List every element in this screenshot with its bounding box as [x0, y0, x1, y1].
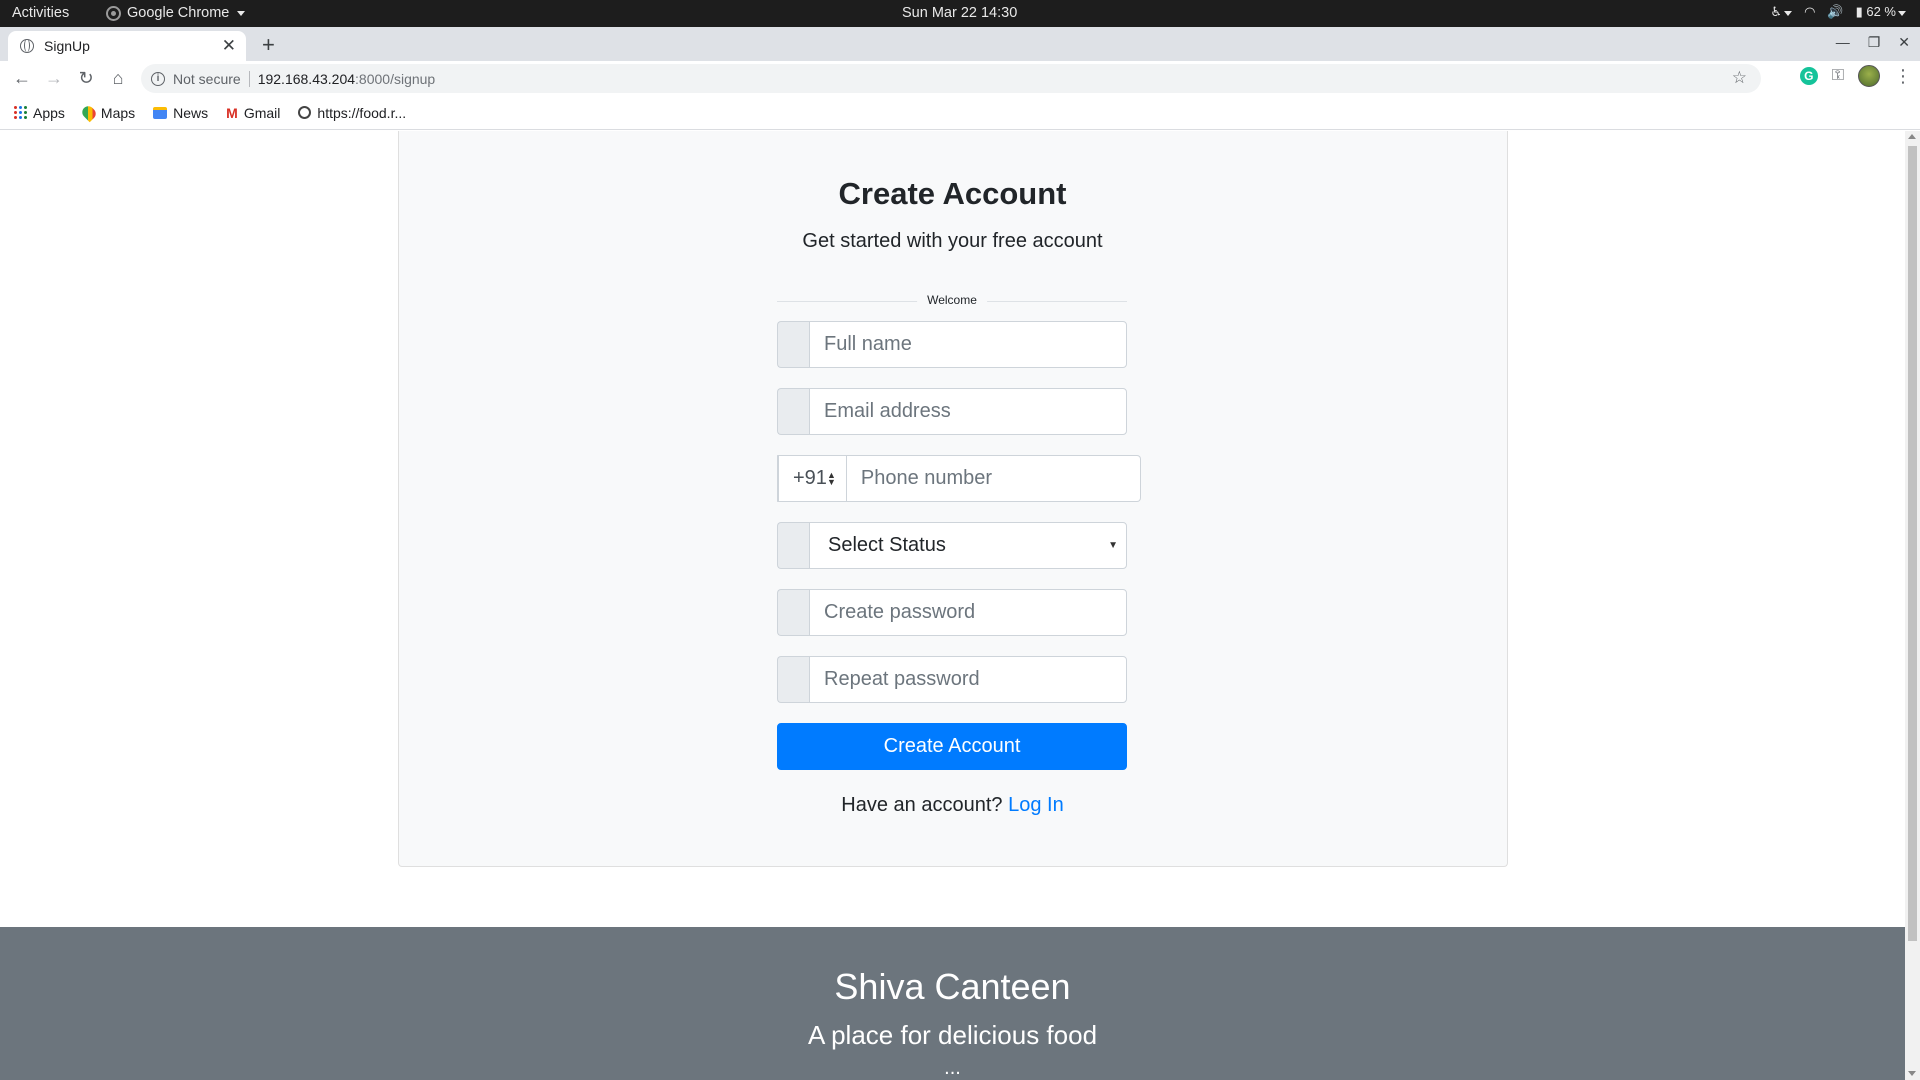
status-group: Select Status ▼: [777, 522, 1127, 569]
email-group: [777, 388, 1127, 435]
url-host: 192.168.43.204: [257, 70, 356, 87]
bookmark-maps[interactable]: Maps: [79, 103, 136, 122]
minimize-icon[interactable]: —: [1836, 34, 1850, 51]
phone-input[interactable]: [846, 455, 1141, 502]
password-input[interactable]: [809, 589, 1127, 636]
create-account-button[interactable]: Create Account: [777, 723, 1127, 770]
apps-grid-icon: [14, 106, 27, 119]
divider-label: Welcome: [917, 293, 987, 307]
repeat-password-input[interactable]: [809, 656, 1127, 703]
close-window-icon[interactable]: ✕: [1898, 34, 1910, 51]
repeat-password-group: [777, 656, 1127, 703]
security-label[interactable]: Not secure: [173, 70, 250, 87]
accessibility-icon[interactable]: ♿: [1770, 4, 1793, 20]
new-tab-button[interactable]: +: [262, 32, 275, 58]
maps-icon: [79, 103, 99, 122]
info-icon[interactable]: i: [151, 71, 165, 86]
bookmarks-bar: Apps Maps News M Gmail https://food.r...: [0, 96, 1920, 130]
globe-icon: [20, 39, 34, 53]
back-icon[interactable]: ←: [6, 63, 38, 95]
activities-button[interactable]: Activities: [12, 5, 69, 21]
forward-icon[interactable]: →: [38, 63, 70, 95]
scroll-up-icon[interactable]: [1908, 134, 1916, 139]
app-menu-label: Google Chrome: [127, 5, 230, 21]
full-name-input[interactable]: [809, 321, 1127, 368]
gmail-icon: M: [226, 104, 238, 121]
browser-toolbar: ← → ↻ ⌂ i Not secure 192.168.43.204:8000…: [0, 61, 1920, 96]
clock[interactable]: Sun Mar 22 14:30: [902, 5, 1017, 21]
page-scrollbar[interactable]: [1905, 131, 1920, 1080]
bookmark-label: https://food.r...: [317, 104, 407, 121]
grammarly-icon[interactable]: G: [1799, 67, 1818, 85]
password-group: [777, 589, 1127, 636]
footer-tagline: A place for delicious food: [807, 1020, 1098, 1050]
footer-title: Shiva Canteen: [834, 966, 1071, 1007]
sort-arrows-icon: ▲ ▼: [826, 469, 836, 487]
country-code-select[interactable]: +91 ▲ ▼: [778, 455, 847, 502]
globe-icon: [298, 106, 312, 119]
app-menu[interactable]: Google Chrome: [106, 5, 246, 21]
lock-icon: [777, 589, 809, 636]
welcome-divider: Welcome: [777, 293, 1127, 309]
system-top-bar: Activities Google Chrome Sun Mar 22 14:3…: [0, 0, 1920, 27]
page-viewport: Create Account Get started with your fre…: [0, 131, 1905, 1080]
login-link[interactable]: Log In: [1008, 794, 1064, 816]
bookmark-gmail[interactable]: M Gmail: [226, 105, 280, 121]
have-account-text: Have an account?: [841, 794, 1003, 816]
full-name-group: [777, 321, 1127, 368]
page-title: Create Account: [838, 176, 1067, 211]
envelope-icon: [777, 388, 809, 435]
bookmark-food[interactable]: https://food.r...: [298, 105, 406, 121]
battery-indicator: ▮ 62 %: [1856, 4, 1906, 20]
menu-icon[interactable]: ⋮: [1894, 66, 1912, 87]
bookmark-news[interactable]: News: [153, 105, 208, 121]
page-subtitle: Get started with your free account: [802, 230, 1103, 252]
bookmark-label: Gmail: [243, 104, 281, 121]
scrollbar-thumb[interactable]: [1908, 146, 1917, 941]
avatar[interactable]: [1858, 65, 1880, 87]
tab-signup[interactable]: SignUp ✕: [8, 31, 246, 61]
email-input[interactable]: [809, 388, 1127, 435]
login-prompt: Have an account? Log In: [0, 794, 1905, 817]
building-icon: [777, 522, 809, 569]
site-footer: Shiva Canteen A place for delicious food…: [0, 927, 1905, 1080]
tab-strip: SignUp ✕ + — ❐ ✕: [0, 27, 1920, 61]
footer-more: ...: [944, 1057, 961, 1079]
url-path: :8000/signup: [355, 70, 436, 87]
wifi-icon: ◠: [1804, 4, 1816, 19]
volume-icon: 🔊: [1827, 4, 1844, 19]
extensions-area: G ⚿ ⋮: [1799, 65, 1912, 87]
chevron-down-icon: ▼: [1108, 540, 1118, 551]
bookmark-apps[interactable]: Apps: [14, 105, 65, 121]
chrome-icon: [106, 5, 121, 21]
battery-percent: 62 %: [1866, 4, 1896, 19]
news-icon: [153, 106, 168, 119]
bookmark-label: News: [173, 104, 209, 121]
lock-icon: [777, 656, 809, 703]
phone-group: +91 ▲ ▼: [777, 455, 1141, 502]
tab-title: SignUp: [44, 38, 90, 54]
user-icon: [777, 321, 809, 368]
system-tray[interactable]: ♿ ◠ 🔊 ▮ 62 %: [1770, 4, 1906, 20]
home-icon[interactable]: ⌂: [102, 63, 134, 95]
status-select-value: Select Status: [828, 534, 946, 556]
country-code-value: +91: [793, 467, 827, 489]
window-controls: — ❐ ✕: [1836, 34, 1910, 51]
bookmark-star-icon[interactable]: ☆: [1732, 68, 1747, 88]
scroll-down-icon[interactable]: [1908, 1071, 1916, 1076]
close-tab-icon[interactable]: ✕: [222, 36, 236, 56]
address-bar[interactable]: i Not secure 192.168.43.204:8000/signup …: [141, 64, 1761, 93]
bookmark-label: Maps: [100, 104, 136, 121]
restore-icon[interactable]: ❐: [1868, 34, 1881, 51]
reload-icon[interactable]: ↻: [70, 63, 102, 95]
status-select[interactable]: Select Status ▼: [809, 522, 1127, 569]
key-icon[interactable]: ⚿: [1832, 67, 1844, 85]
chevron-down-icon: [237, 10, 246, 16]
bookmark-label: Apps: [33, 104, 65, 121]
